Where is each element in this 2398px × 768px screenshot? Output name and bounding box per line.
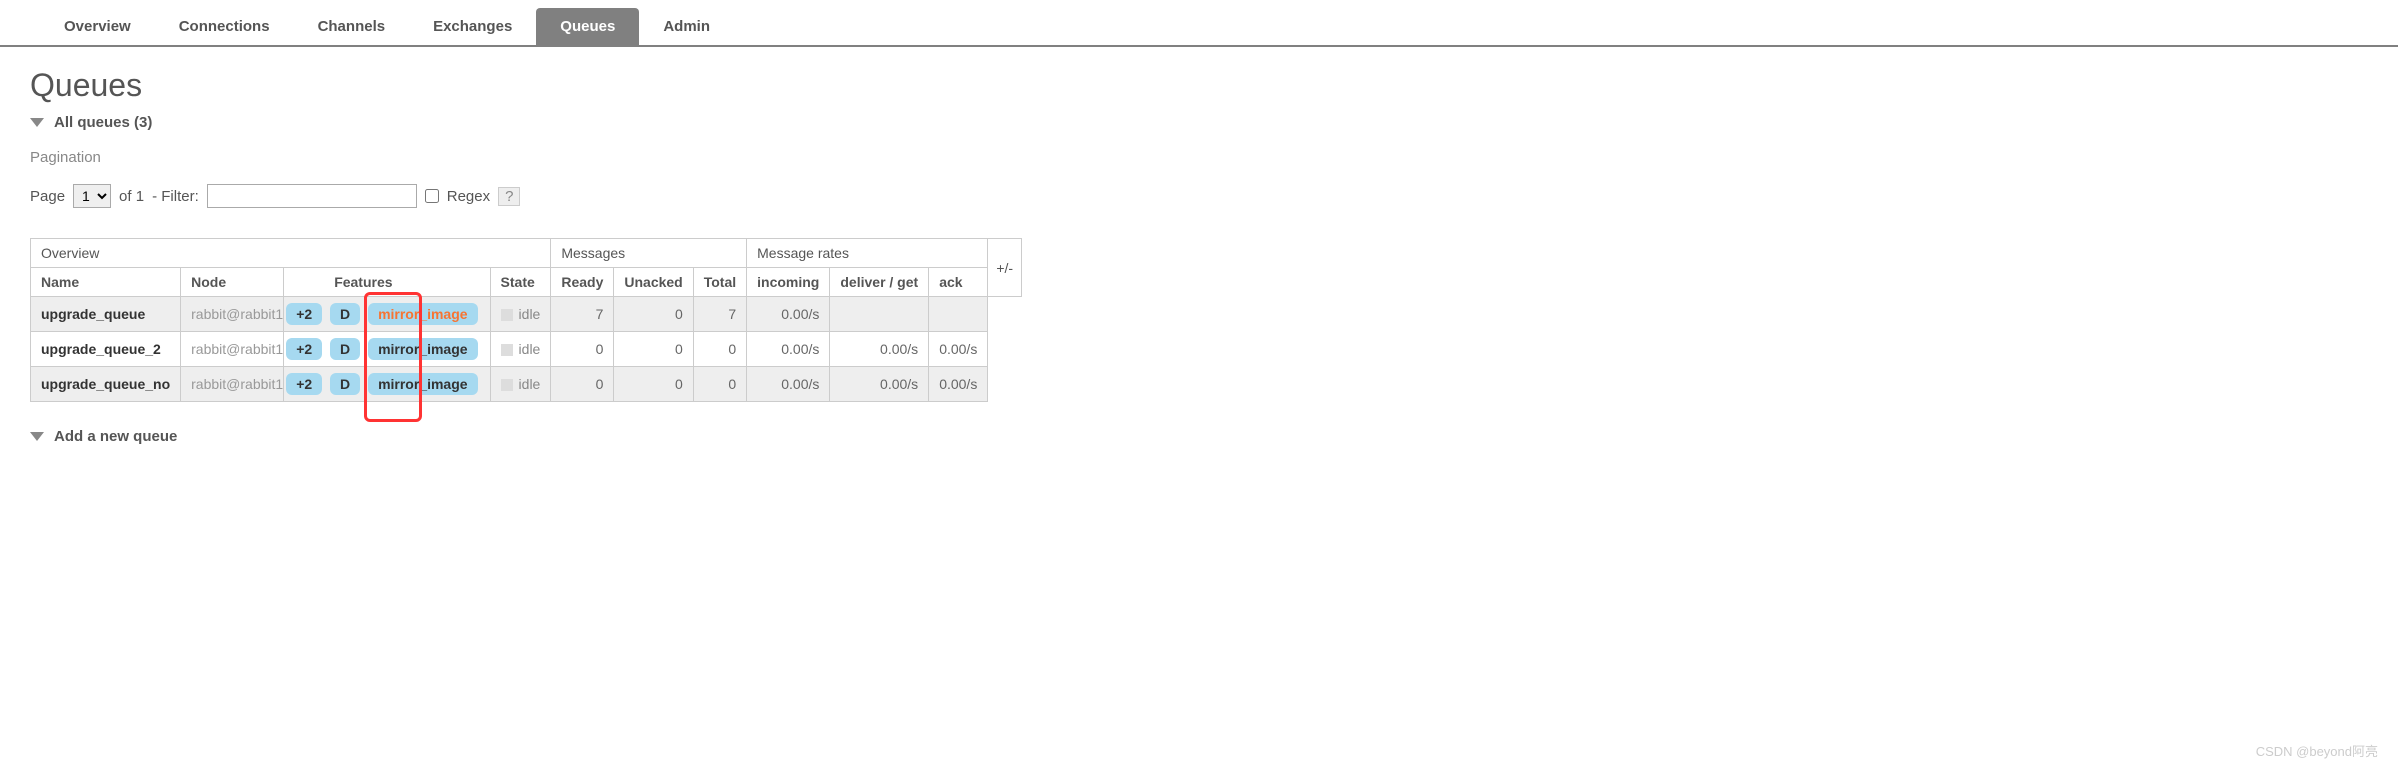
deliver-cell: 0.00/s [830, 332, 929, 367]
tab-admin[interactable]: Admin [639, 8, 734, 45]
total-cell: 0 [693, 367, 746, 402]
state-indicator-icon [501, 379, 513, 391]
tab-queues[interactable]: Queues [536, 8, 639, 45]
plus-badge[interactable]: +2 [286, 338, 322, 360]
incoming-cell: 0.00/s [747, 297, 830, 332]
header-unacked[interactable]: Unacked [614, 268, 693, 297]
filter-input[interactable] [207, 184, 417, 208]
state-indicator-icon [501, 309, 513, 321]
deliver-cell [830, 297, 929, 332]
filter-row: Page 1 of 1 - Filter: Regex ? [30, 184, 2368, 208]
mirror-badge: mirror_image [368, 303, 477, 325]
header-name[interactable]: Name [31, 268, 181, 297]
header-total[interactable]: Total [693, 268, 746, 297]
unacked-cell: 0 [614, 367, 693, 402]
ready-cell: 0 [551, 367, 614, 402]
state-cell: idle [490, 367, 551, 402]
page-of: of 1 [119, 188, 144, 205]
state-cell: idle [490, 297, 551, 332]
pagination-label: Pagination [30, 149, 2368, 166]
queue-name-link[interactable]: upgrade_queue_2 [31, 332, 181, 367]
mirror-badge: mirror_image [368, 373, 477, 395]
ready-cell: 7 [551, 297, 614, 332]
ack-cell: 0.00/s [929, 367, 988, 402]
mirror-badge: mirror_image [368, 338, 477, 360]
regex-help-button[interactable]: ? [498, 187, 520, 206]
plus-badge[interactable]: +2 [286, 303, 322, 325]
tab-connections[interactable]: Connections [155, 8, 294, 45]
features-cell: +2 D mirror_image [284, 367, 490, 402]
ack-cell: 0.00/s [929, 332, 988, 367]
add-queue-header[interactable]: Add a new queue [30, 428, 2368, 445]
tab-channels[interactable]: Channels [294, 8, 410, 45]
table-row: upgrade_queue_2rabbit@rabbit1+2 D mirror… [31, 332, 1022, 367]
features-cell: +2 D mirror_image [284, 332, 490, 367]
node-cell: rabbit@rabbit1 [181, 332, 284, 367]
tab-overview[interactable]: Overview [40, 8, 155, 45]
regex-label: Regex [447, 188, 490, 205]
state-indicator-icon [501, 344, 513, 356]
durable-badge: D [330, 303, 360, 325]
queues-table: Overview Messages Message rates +/- Name… [30, 238, 1022, 402]
table-row: upgrade_queue_norabbit@rabbit1+2 D mirro… [31, 367, 1022, 402]
regex-checkbox[interactable] [425, 189, 439, 203]
table-row: upgrade_queuerabbit@rabbit1+2 D mirror_i… [31, 297, 1022, 332]
header-ack[interactable]: ack [929, 268, 988, 297]
node-cell: rabbit@rabbit1 [181, 367, 284, 402]
unacked-cell: 0 [614, 297, 693, 332]
header-state[interactable]: State [490, 268, 551, 297]
page-title: Queues [30, 67, 2368, 104]
header-messages: Messages [551, 239, 747, 268]
columns-toggle[interactable]: +/- [988, 239, 1022, 297]
chevron-down-icon [30, 118, 44, 127]
ready-cell: 0 [551, 332, 614, 367]
ack-cell [929, 297, 988, 332]
header-deliver-get[interactable]: deliver / get [830, 268, 929, 297]
all-queues-label: All queues (3) [54, 114, 152, 131]
total-cell: 0 [693, 332, 746, 367]
page-word: Page [30, 188, 65, 205]
state-cell: idle [490, 332, 551, 367]
header-ready[interactable]: Ready [551, 268, 614, 297]
page-select[interactable]: 1 [73, 184, 111, 208]
total-cell: 7 [693, 297, 746, 332]
durable-badge: D [330, 338, 360, 360]
queue-name-link[interactable]: upgrade_queue [31, 297, 181, 332]
incoming-cell: 0.00/s [747, 332, 830, 367]
deliver-cell: 0.00/s [830, 367, 929, 402]
watermark: CSDN @beyond阿亮 [2256, 741, 2378, 760]
filter-label: - Filter: [152, 188, 199, 205]
unacked-cell: 0 [614, 332, 693, 367]
header-features[interactable]: Features [284, 268, 490, 297]
header-message-rates: Message rates [747, 239, 988, 268]
chevron-down-icon [30, 432, 44, 441]
all-queues-header[interactable]: All queues (3) [30, 114, 2368, 131]
header-overview: Overview [31, 239, 551, 268]
add-queue-label: Add a new queue [54, 428, 177, 445]
queue-name-link[interactable]: upgrade_queue_no [31, 367, 181, 402]
incoming-cell: 0.00/s [747, 367, 830, 402]
features-cell: +2 D mirror_image [284, 297, 490, 332]
header-incoming[interactable]: incoming [747, 268, 830, 297]
nav-tabs: Overview Connections Channels Exchanges … [0, 8, 2398, 47]
tab-exchanges[interactable]: Exchanges [409, 8, 536, 45]
node-cell: rabbit@rabbit1 [181, 297, 284, 332]
plus-badge[interactable]: +2 [286, 373, 322, 395]
durable-badge: D [330, 373, 360, 395]
header-node[interactable]: Node [181, 268, 284, 297]
